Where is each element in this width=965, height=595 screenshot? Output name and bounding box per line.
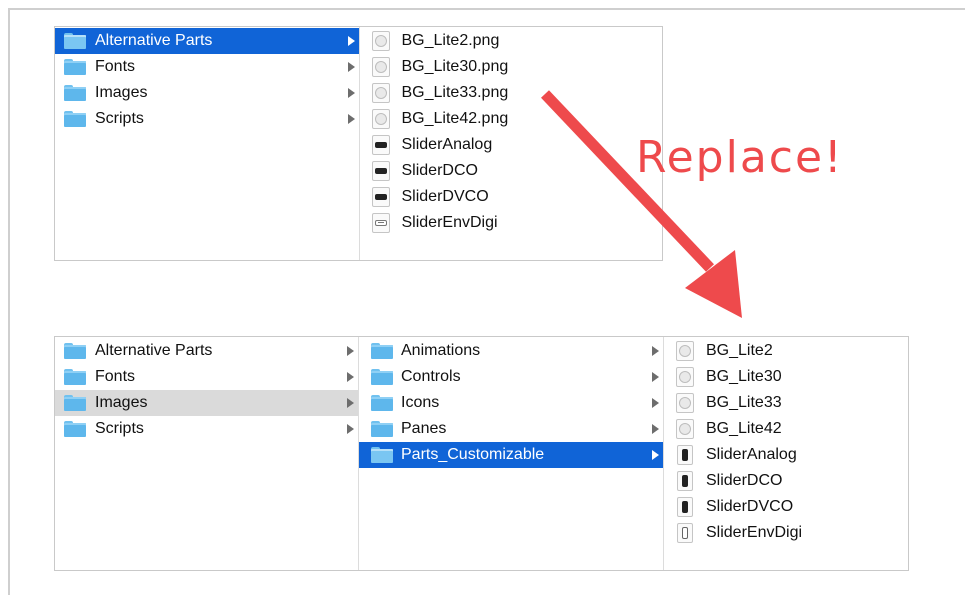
replace-annotation: Replace! (636, 132, 844, 183)
red-arrow-icon (541, 90, 742, 318)
